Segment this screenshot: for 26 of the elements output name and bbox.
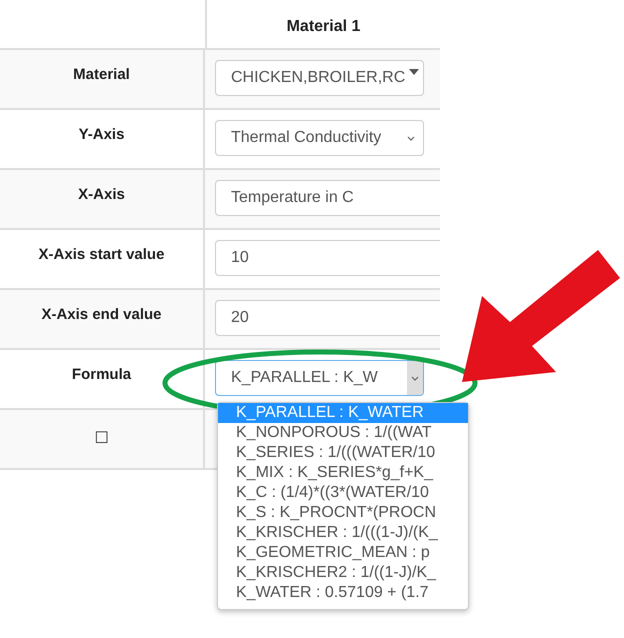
- row-label: Material: [73, 66, 130, 83]
- input-field[interactable]: Temperature in C: [215, 180, 440, 216]
- dropdown-option[interactable]: K_S : K_PROCNT*(PROCN: [218, 503, 468, 523]
- dropdown-option[interactable]: K_NONPOROUS : 1/((WAT: [218, 423, 468, 443]
- dropdown-option[interactable]: K_GEOMETRIC_MEAN : p: [218, 543, 468, 563]
- row-label: Formula: [72, 366, 132, 383]
- dropdown-option[interactable]: K_KRISCHER2 : 1/((1-J)/K_: [218, 563, 468, 583]
- dropdown-option[interactable]: K_MIX : K_SERIES*g_f+K_: [218, 463, 468, 483]
- select-field[interactable]: Thermal Conductivity: [215, 120, 424, 156]
- chevron-down-icon: [411, 376, 419, 380]
- dropdown-option[interactable]: K_KRISCHER : 1/(((1-J)/(K_: [218, 523, 468, 543]
- dropdown-arrow-icon: [409, 69, 419, 75]
- chevron-down-icon: [407, 136, 415, 140]
- row-label: X-Axis: [78, 186, 125, 203]
- checkbox[interactable]: ☐: [94, 428, 108, 448]
- formula-select[interactable]: K_PARALLEL : K_W: [215, 360, 424, 396]
- input-field[interactable]: 10: [215, 240, 440, 276]
- row-label: X-Axis start value: [38, 246, 164, 263]
- row-label: X-Axis end value: [41, 306, 162, 323]
- row-label: Y-Axis: [78, 126, 124, 143]
- select-field[interactable]: CHICKEN,BROILER,RC: [215, 60, 424, 96]
- dropdown-option[interactable]: K_WATER : 0.57109 + (1.7: [218, 583, 468, 603]
- dropdown-option[interactable]: K_C : (1/4)*((3*(WATER/10: [218, 483, 468, 503]
- column-header: Material 1: [205, 0, 440, 48]
- dropdown-option[interactable]: K_SERIES : 1/(((WATER/10: [218, 443, 468, 463]
- input-field[interactable]: 20: [215, 300, 440, 336]
